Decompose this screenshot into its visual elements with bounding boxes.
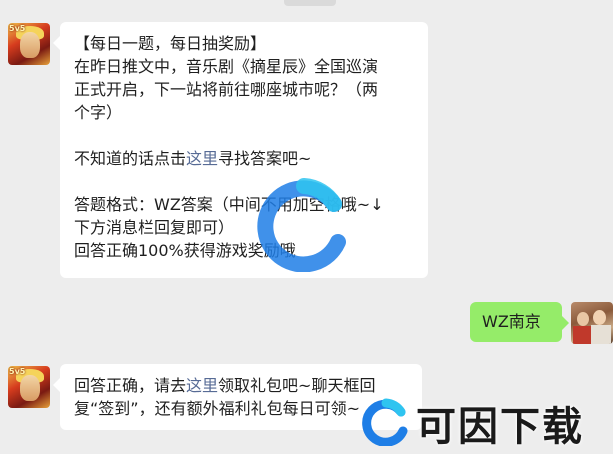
- message-line: 在昨日推文中，音乐剧《摘星辰》全国巡演: [74, 57, 379, 76]
- official-account-avatar[interactable]: 5v5: [8, 366, 50, 408]
- message-bubble-answer-result[interactable]: 回答正确，请去这里领取礼包吧~聊天框回 复“签到”，还有额外福利礼包每日可领~: [53, 364, 422, 430]
- message-line: 个字）: [74, 103, 123, 122]
- result-suffix: 领取礼包吧~聊天框回: [218, 376, 376, 395]
- avatar-clothing-shape: [573, 326, 591, 344]
- avatar-face-shape: [20, 32, 40, 58]
- avatar-clothing-shape: [591, 325, 611, 344]
- result-prefix: 回答正确，请去: [74, 376, 187, 395]
- official-account-avatar[interactable]: 5v5: [8, 23, 50, 65]
- message-line: 【每日一题，每日抽奖励】: [74, 34, 267, 53]
- format-line: 回答正确100%获得游戏奖励哦: [74, 241, 296, 260]
- avatar-badge: 5v5: [9, 367, 26, 376]
- avatar-person-shape: [593, 310, 606, 325]
- format-line: 答题格式：WZ答案（中间不用加空格哦~↓: [74, 195, 384, 214]
- message-bubble-question[interactable]: 【每日一题，每日抽奖励】 在昨日推文中，音乐剧《摘星辰》全国巡演 正式开启，下一…: [53, 22, 428, 278]
- result-line: 复“签到”，还有额外福利礼包每日可领~: [74, 399, 360, 418]
- user-avatar[interactable]: [571, 302, 613, 344]
- hint-line: 不知道的话点击这里寻找答案吧~: [74, 147, 414, 170]
- watermark-text: 可因下载: [416, 404, 584, 450]
- message-line: 正式开启，下一站将前往哪座城市呢？（两: [74, 80, 379, 99]
- avatar-face-shape: [20, 375, 40, 401]
- avatar-badge: 5v5: [9, 24, 26, 33]
- avatar-person-shape: [577, 312, 589, 326]
- result-line: 回答正确，请去这里领取礼包吧~聊天框回: [74, 374, 408, 397]
- format-line: 下方消息栏回复即可）: [74, 218, 235, 237]
- timestamp-chip: [284, 0, 336, 6]
- user-reply-text: WZ南京: [482, 312, 541, 331]
- message-bubble-user-reply[interactable]: WZ南京: [470, 302, 569, 342]
- answer-link[interactable]: 这里: [186, 149, 218, 168]
- gift-link[interactable]: 这里: [186, 376, 218, 395]
- hint-prefix: 不知道的话点击: [74, 149, 187, 168]
- hint-suffix: 寻找答案吧~: [218, 149, 312, 168]
